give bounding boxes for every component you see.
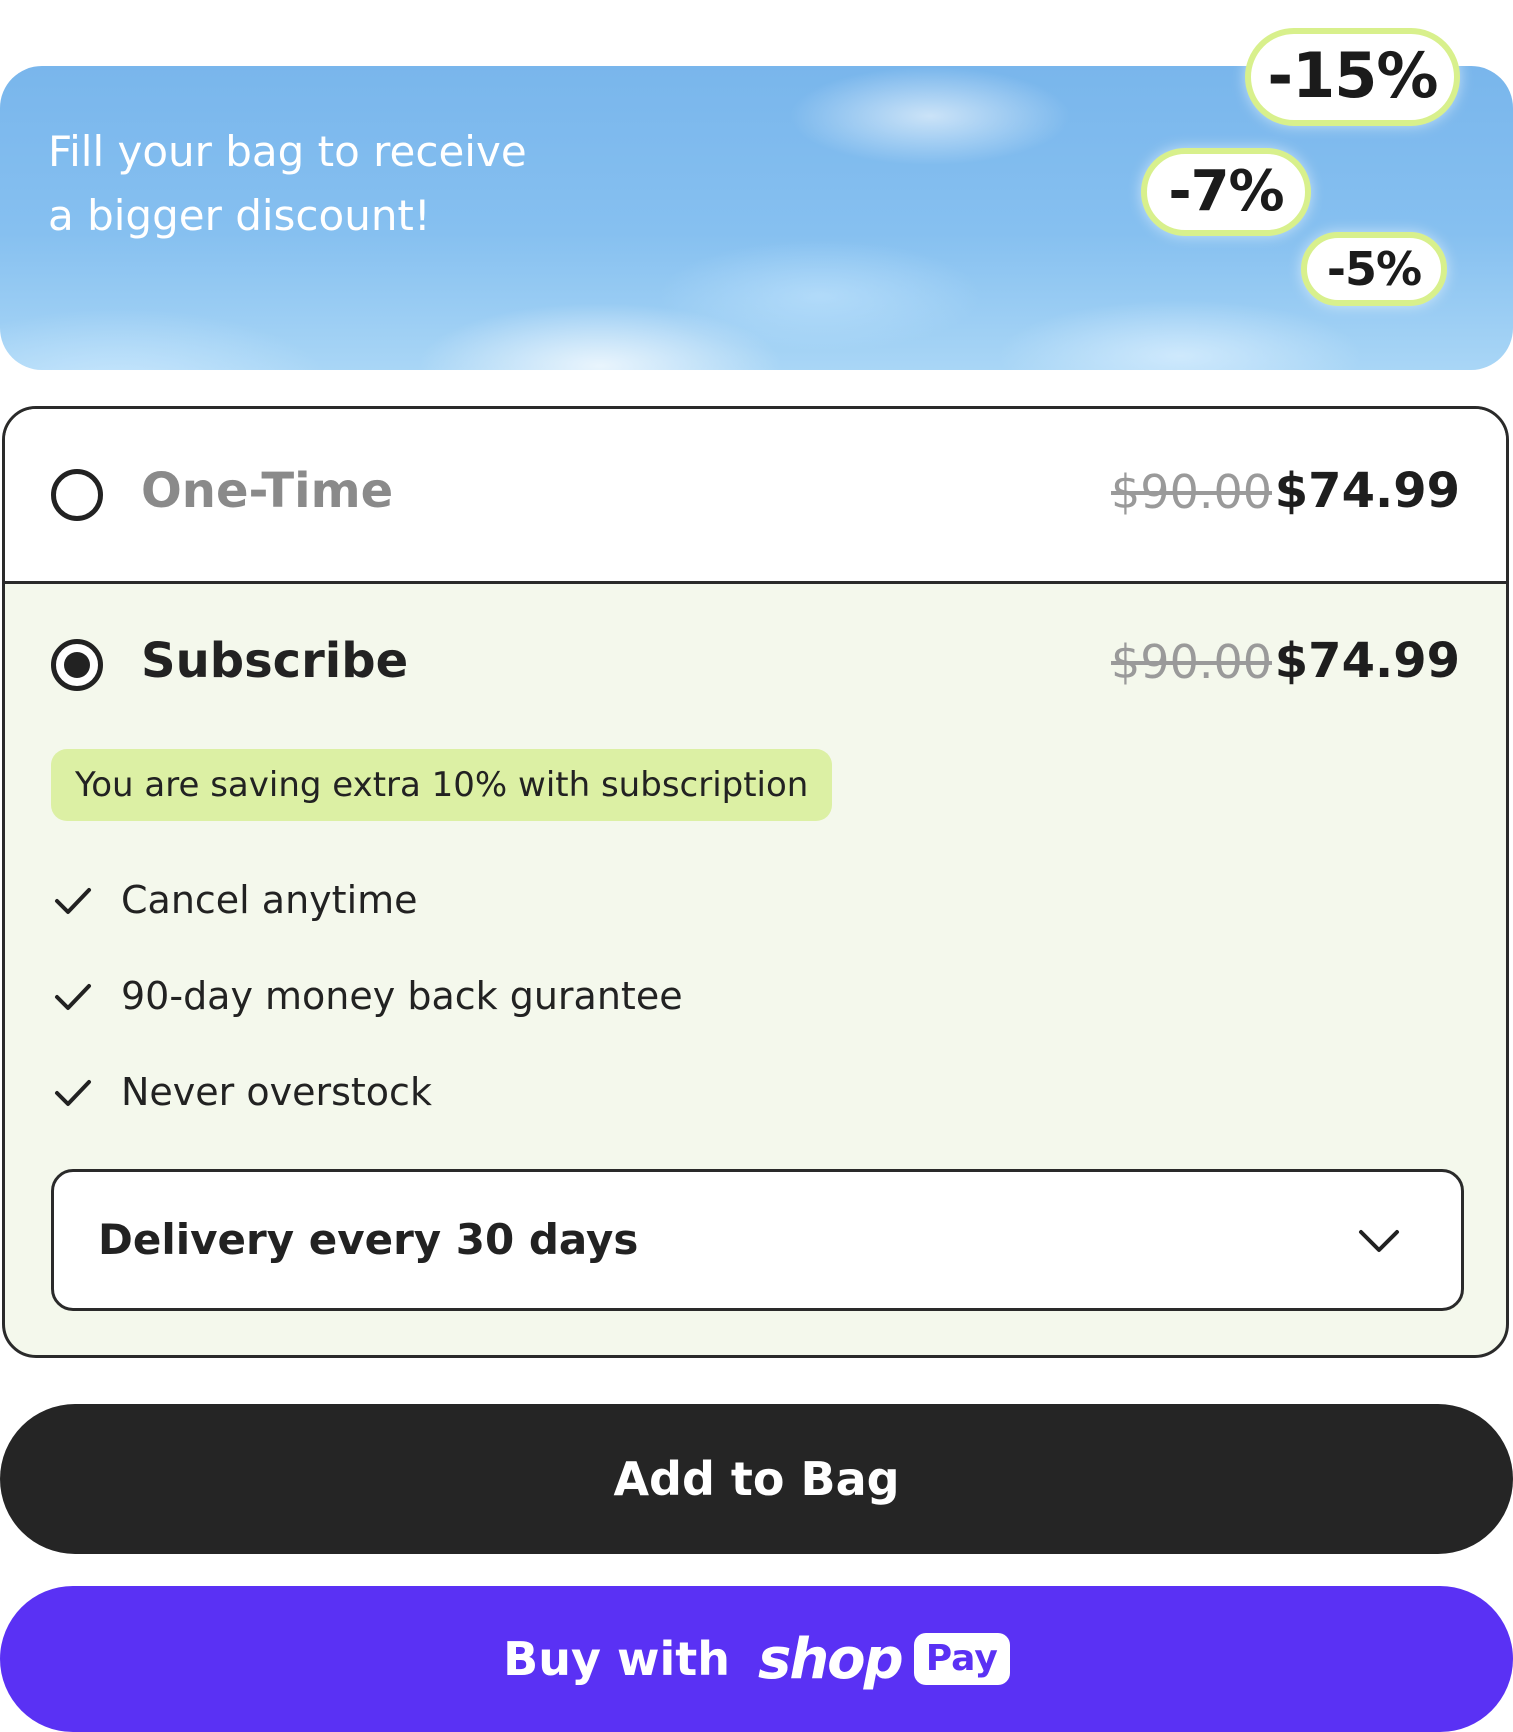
delivery-frequency-select[interactable]: Delivery every 30 days: [51, 1169, 1464, 1311]
promo-line-2: a bigger discount!: [48, 191, 431, 240]
purchase-options-card: One-Time $90.00 $74.99 Subscribe $90.00 …: [2, 406, 1509, 1358]
check-icon: [55, 1080, 91, 1106]
one-time-label: One-Time: [141, 463, 394, 519]
discount-pill-7: -7%: [1141, 148, 1311, 236]
subscribe-label: Subscribe: [141, 633, 409, 689]
check-icon: [55, 888, 91, 914]
promo-line-1: Fill your bag to receive: [48, 127, 527, 176]
subscribe-old-price: $90.00: [1111, 635, 1272, 689]
one-time-old-price: $90.00: [1111, 465, 1272, 519]
shop-pay-logo-pay: Pay: [913, 1633, 1010, 1685]
option-one-time[interactable]: One-Time $90.00 $74.99: [5, 409, 1506, 584]
promo-text: Fill your bag to receive a bigger discou…: [48, 120, 608, 248]
subscribe-radio[interactable]: [51, 639, 103, 691]
add-to-bag-button[interactable]: Add to Bag: [0, 1404, 1513, 1554]
one-time-price: $74.99: [1274, 463, 1460, 519]
discount-pill-5: -5%: [1301, 232, 1447, 306]
check-icon: [55, 984, 91, 1010]
subscribe-price: $74.99: [1274, 633, 1460, 689]
chevron-down-icon[interactable]: [1357, 1220, 1401, 1260]
shop-pay-button[interactable]: Buy with shop Pay: [0, 1586, 1513, 1732]
one-time-radio[interactable]: [51, 469, 103, 521]
benefit-text: Cancel anytime: [121, 878, 418, 922]
discount-pill-15: -15%: [1245, 28, 1460, 126]
delivery-frequency-value: Delivery every 30 days: [98, 1215, 639, 1264]
benefit-text: 90-day money back gurantee: [121, 974, 683, 1018]
benefit-text: Never overstock: [121, 1070, 432, 1114]
saving-badge: You are saving extra 10% with subscripti…: [51, 749, 833, 821]
shop-pay-logo-shop: shop: [757, 1626, 904, 1692]
buy-with-label: Buy with: [503, 1632, 730, 1686]
